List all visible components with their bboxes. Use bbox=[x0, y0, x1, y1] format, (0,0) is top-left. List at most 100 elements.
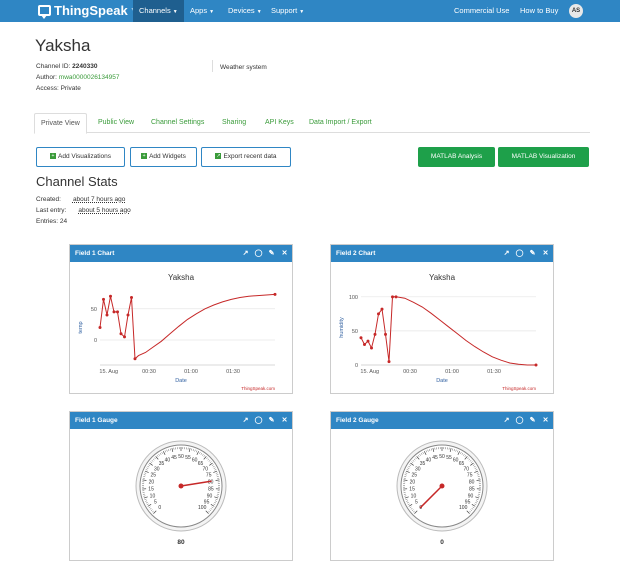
nav-devices[interactable]: Devices ▼ bbox=[222, 0, 268, 22]
comment-icon[interactable]: ◯ bbox=[516, 245, 524, 262]
y-tick-label: 50 bbox=[352, 329, 358, 335]
data-point bbox=[105, 313, 109, 317]
panel-body: 0510152025303540455055606570758085909510… bbox=[331, 429, 553, 566]
gauge-tick-label: 15 bbox=[409, 486, 415, 492]
panel-actions: ↗ ◯ ✎ ✕ bbox=[503, 412, 549, 429]
gauge-tick-label: 30 bbox=[154, 466, 160, 472]
gauge-tick-label: 5 bbox=[415, 500, 418, 506]
tab-api-keys[interactable]: API Keys bbox=[259, 113, 300, 133]
comment-icon[interactable]: ◯ bbox=[255, 412, 263, 429]
data-point bbox=[123, 335, 126, 339]
matlab-visualization-button[interactable]: MATLAB Visualization bbox=[498, 147, 589, 167]
x-tick-label: 15. Aug bbox=[360, 369, 379, 375]
channel-id-label: Channel ID: bbox=[36, 63, 71, 70]
gauge-tick-label: 10 bbox=[150, 493, 156, 499]
gauge-tick-label: 55 bbox=[185, 455, 191, 461]
gauge-tick-label: 25 bbox=[151, 473, 157, 479]
channel-author-link[interactable]: mwa0000026134957 bbox=[59, 74, 120, 81]
gauge-hub bbox=[178, 483, 184, 489]
close-icon[interactable]: ✕ bbox=[542, 245, 549, 262]
panel-body: Yaksha 0 50 15. Aug 00:30 01:00 01:30 Date temp T… bbox=[70, 262, 292, 397]
close-icon[interactable]: ✕ bbox=[281, 245, 288, 262]
tab-public-view[interactable]: Public View bbox=[92, 113, 140, 133]
field1-gauge: 0510152025303540 45 50 55 606570758085909510… bbox=[135, 440, 227, 546]
tab-channel-settings[interactable]: Channel Settings bbox=[145, 113, 210, 133]
nav-support[interactable]: Support ▼ bbox=[265, 0, 310, 22]
channel-access-label: Access: bbox=[36, 85, 59, 92]
top-navbar: ThingSpeak™ Channels▼ Apps▼ Devices▼ Sup… bbox=[0, 0, 620, 22]
data-point bbox=[534, 363, 538, 367]
stat-last-entry: Last entry: about 5 hours ago bbox=[36, 207, 131, 214]
data-point bbox=[273, 292, 277, 296]
channel-author-label: Author: bbox=[36, 74, 57, 81]
panel-actions: ↗ ◯ ✎ ✕ bbox=[242, 245, 288, 262]
gauge-tick-label: 75 bbox=[206, 473, 212, 479]
data-point bbox=[116, 310, 119, 314]
gauge-tick-label: 20 bbox=[410, 479, 416, 485]
tab-sharing[interactable]: Sharing bbox=[216, 113, 252, 133]
external-link-icon[interactable]: ↗ bbox=[503, 245, 510, 262]
tab-data-import-export[interactable]: Data Import / Export bbox=[303, 113, 378, 133]
nav-support-label: Support bbox=[271, 6, 298, 15]
comment-icon[interactable]: ◯ bbox=[516, 412, 524, 429]
pencil-icon[interactable]: ✎ bbox=[529, 412, 536, 429]
stat-entries: Entries: 24 bbox=[36, 218, 67, 225]
external-link-icon[interactable]: ↗ bbox=[503, 412, 510, 429]
channel-author: Author: mwa0000026134957 bbox=[36, 74, 120, 81]
panel-title: Field 1 Chart bbox=[75, 250, 115, 257]
field1-chart-panel: Field 1 Chart ↗ ◯ ✎ ✕ Yaksha 0 50 15. Aug 00… bbox=[69, 244, 293, 394]
pencil-icon[interactable]: ✎ bbox=[529, 245, 536, 262]
data-point bbox=[387, 360, 391, 364]
pencil-icon[interactable]: ✎ bbox=[268, 412, 275, 429]
gauge-tick-label: 0 bbox=[158, 505, 161, 511]
pencil-icon[interactable]: ✎ bbox=[268, 245, 275, 262]
chart-title: Yaksha bbox=[429, 273, 456, 282]
export-recent-data-button[interactable]: ↗ Export recent data bbox=[201, 147, 291, 167]
data-point bbox=[391, 295, 394, 299]
add-widgets-button[interactable]: + Add Widgets bbox=[130, 147, 197, 167]
nav-how-to-buy[interactable]: How to Buy bbox=[514, 0, 564, 22]
stat-last-entry-value: about 5 hours ago bbox=[78, 207, 131, 214]
field2-chart-panel: Field 2 Chart ↗ ◯ ✎ ✕ Yaksha 0 50 100 15. Au… bbox=[330, 244, 554, 394]
chat-bubble-icon bbox=[38, 5, 51, 19]
external-link-icon[interactable]: ↗ bbox=[242, 245, 249, 262]
panel-title: Field 1 Gauge bbox=[75, 417, 118, 424]
data-point bbox=[109, 294, 112, 298]
nav-apps[interactable]: Apps ▼ bbox=[184, 0, 220, 22]
brand-name: ThingSpeak bbox=[54, 3, 128, 18]
data-point bbox=[359, 336, 363, 340]
data-point bbox=[133, 357, 137, 361]
data-point bbox=[370, 346, 373, 350]
data-point bbox=[112, 310, 116, 314]
gauge-tick-label: 5 bbox=[154, 500, 157, 506]
comment-icon[interactable]: ◯ bbox=[255, 245, 263, 262]
close-icon[interactable]: ✕ bbox=[281, 412, 288, 429]
close-icon[interactable]: ✕ bbox=[542, 412, 549, 429]
caret-down-icon: ▼ bbox=[299, 9, 305, 15]
x-tick-label: 01:00 bbox=[445, 369, 459, 375]
tab-private-view[interactable]: Private View bbox=[34, 113, 87, 134]
y-axis-label: temp bbox=[78, 321, 84, 333]
field1-gauge-panel: Field 1 Gauge ↗ ◯ ✎ ✕ 0 5 10 15 20 25 30 35 40 45… bbox=[69, 411, 293, 561]
brand-logo[interactable]: ThingSpeak™ bbox=[38, 3, 137, 19]
plus-icon: + bbox=[50, 153, 56, 160]
x-tick-label: 00:30 bbox=[403, 369, 417, 375]
gauge-tick-label: 70 bbox=[202, 466, 208, 472]
gauge-tick-label: 100 bbox=[459, 505, 468, 511]
add-visualizations-button[interactable]: + Add Visualizations bbox=[36, 147, 125, 167]
gauge-tick-label: 75 bbox=[467, 473, 473, 479]
channel-access: Access: Private bbox=[36, 85, 81, 92]
external-link-icon[interactable]: ↗ bbox=[242, 412, 249, 429]
gauge-tick-label: 40 bbox=[165, 457, 171, 463]
nav-channels[interactable]: Channels ▼ bbox=[133, 0, 184, 22]
channel-tabs: Private View Public View Channel Setting… bbox=[34, 113, 590, 134]
x-axis-label: Date bbox=[436, 378, 448, 384]
gauge-tick-label: 15 bbox=[148, 486, 154, 492]
panel-actions: ↗ ◯ ✎ ✕ bbox=[503, 245, 549, 262]
channel-id-value: 2240330 bbox=[72, 63, 98, 70]
nav-commercial-use[interactable]: Commercial Use bbox=[448, 0, 515, 22]
user-avatar[interactable]: AS bbox=[569, 4, 583, 18]
caret-down-icon: ▼ bbox=[209, 9, 215, 15]
matlab-analysis-button[interactable]: MATLAB Analysis bbox=[418, 147, 495, 167]
stat-entries-value: 24 bbox=[59, 218, 68, 225]
